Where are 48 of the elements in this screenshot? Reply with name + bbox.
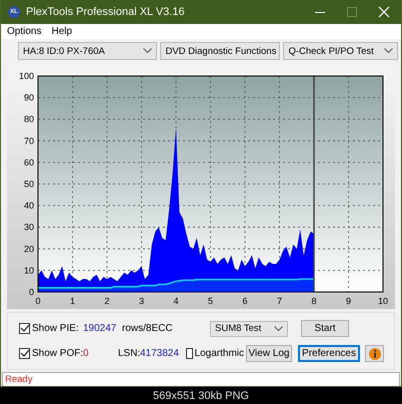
y-tick-label: 50 <box>24 179 34 189</box>
y-tick-label: 30 <box>24 222 34 232</box>
y-tick-label: 90 <box>24 92 34 103</box>
x-tick-label: 8 <box>312 296 316 306</box>
x-tick-label: 1 <box>70 296 75 306</box>
status-bar: Ready <box>2 372 400 386</box>
x-tick-label: 9 <box>346 296 351 306</box>
pof-count: 0 <box>83 348 90 359</box>
y-tick-label: 80 <box>24 114 34 124</box>
caret-icon <box>274 326 283 332</box>
x-tick-label: 7 <box>277 296 282 306</box>
caret-icon <box>143 48 152 54</box>
window-title: PlexTools Professional XL V3.16 <box>26 6 186 18</box>
view-log-button[interactable]: View Log <box>246 345 292 362</box>
y-tick-label: 10 <box>24 265 34 276</box>
dropdown[interactable]: Q-Check PI/PO Test <box>283 42 398 60</box>
info-button[interactable] <box>365 345 384 362</box>
info-icon <box>368 348 380 360</box>
show-pie-checkbox[interactable]: Show PIE: <box>19 322 81 335</box>
menu-item[interactable]: Options <box>7 26 42 37</box>
checkmark-icon <box>20 324 29 333</box>
y-tick-label: 40 <box>24 200 34 211</box>
dropdown[interactable]: HA:8 ID:0 PX-760A <box>18 42 158 60</box>
x-tick-label: 6 <box>242 296 248 306</box>
lsn-label: LSN: <box>118 347 139 360</box>
menu-item[interactable]: Help <box>51 26 72 37</box>
x-tick-label: 3 <box>139 296 144 306</box>
show-pof-checkbox[interactable]: Show POF: <box>19 347 81 360</box>
x-tick-label: 5 <box>208 296 213 306</box>
checkmark-icon <box>20 349 29 358</box>
y-tick-label: 20 <box>24 244 34 254</box>
unit-label: rows/8ECC <box>122 323 174 334</box>
logarithmic-checkbox[interactable]: Logarthmic <box>186 347 244 360</box>
y-tick-label: 0 <box>28 287 34 297</box>
y-tick-label: 100 <box>18 71 34 81</box>
preferences-button[interactable]: Preferences <box>298 345 360 362</box>
test-dropdown[interactable]: SUM8 Test <box>210 320 288 336</box>
dropdown[interactable]: DVD Diagnostic Functions <box>160 42 280 60</box>
y-tick-label: 70 <box>24 136 34 146</box>
x-tick-label: 0 <box>36 296 40 306</box>
y-tick-label: 60 <box>24 157 34 168</box>
lsn-value: 4173824 <box>140 348 180 359</box>
pie-count: 190247 <box>83 323 118 334</box>
x-tick-label: 4 <box>174 296 178 306</box>
caret-icon <box>384 48 393 54</box>
x-tick-label: 10 <box>378 296 388 306</box>
start-button[interactable]: Start <box>301 320 349 337</box>
x-tick-label: 2 <box>104 296 110 306</box>
